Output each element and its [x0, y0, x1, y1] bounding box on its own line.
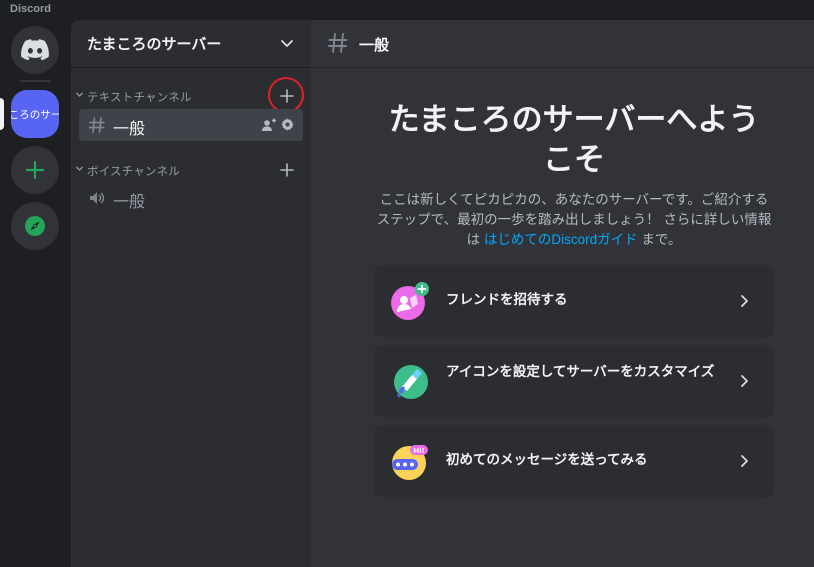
customize-server-card[interactable]: アイコンを設定してサーバーをカスタマイズ [374, 345, 774, 417]
main-content: 一般 たまころのサーバーへようこそ ここは新しくてピカピカの、あなたのサーバーで… [311, 20, 814, 567]
channel-title: 一般 [359, 36, 390, 54]
compass-icon [25, 216, 45, 236]
chevron-right-icon [741, 375, 748, 387]
speaker-icon [90, 192, 105, 204]
gear-icon[interactable] [280, 117, 295, 132]
discord-logo-icon [21, 39, 49, 61]
chevron-right-icon [741, 455, 748, 467]
add-server-button[interactable] [11, 146, 59, 194]
create-channel-plus-icon[interactable] [279, 88, 295, 104]
chevron-right-icon [741, 295, 748, 307]
discord-app: Discord ころのサー たまころのサーバー テキストチャンネル 一般 ボイス… [0, 0, 814, 567]
caret-down-icon [76, 166, 83, 171]
channel-item-general-voice[interactable]: 一般 [79, 182, 303, 214]
hashtag-icon [328, 33, 348, 53]
channel-name: 一般 [113, 119, 146, 138]
beginner-guide-link[interactable]: はじめてのDiscordガイド [484, 232, 638, 247]
caret-down-icon [76, 92, 83, 97]
explore-servers-button[interactable] [11, 202, 59, 250]
channel-header: 一般 [311, 20, 814, 68]
customize-icon [394, 365, 428, 399]
welcome-title: たまころのサーバーへようこそ [388, 102, 760, 178]
card-label: フレンドを招待する [446, 292, 568, 307]
title-bar: Discord [0, 0, 814, 20]
category-voice-channels[interactable]: ボイスチャンネル [71, 160, 311, 180]
channel-name: 一般 [113, 192, 146, 211]
first-message-icon: Hi! [392, 445, 428, 480]
category-label: ボイスチャンネル [87, 166, 180, 178]
category-text-channels[interactable]: テキストチャンネル [71, 86, 311, 106]
rail-separator [20, 80, 51, 82]
guild-name: たまころのサーバー [87, 35, 222, 53]
channel-sidebar: たまころのサーバー テキストチャンネル 一般 ボイスチャンネル 一般 [71, 20, 311, 567]
create-invite-icon[interactable] [261, 117, 277, 133]
card-label: 初めてのメッセージを送ってみる [446, 452, 648, 467]
invite-friends-icon [391, 282, 429, 320]
chevron-down-icon [281, 40, 293, 47]
server-icon-tamakoro[interactable]: ころのサー [11, 90, 59, 138]
first-message-card[interactable]: Hi! 初めてのメッセージを送ってみる [374, 425, 774, 497]
create-channel-plus-icon[interactable] [279, 162, 295, 178]
channel-item-general-text[interactable]: 一般 [79, 109, 303, 141]
app-title: Discord [10, 3, 51, 15]
invite-friends-card[interactable]: フレンドを招待する [374, 265, 774, 337]
home-button[interactable] [11, 26, 59, 74]
hashtag-icon [88, 117, 105, 133]
guild-header[interactable]: たまころのサーバー [71, 20, 311, 68]
server-icon-label: ころのサー [11, 108, 59, 121]
hi-badge-text: Hi! [413, 447, 424, 455]
plus-icon [25, 160, 45, 180]
server-rail: ころのサー [0, 20, 71, 567]
active-server-indicator [0, 98, 4, 130]
welcome-desc-end: まで。 [637, 232, 682, 247]
category-label: テキストチャンネル [87, 92, 192, 104]
card-label: アイコンを設定してサーバーをカスタマイズ [446, 364, 715, 379]
welcome-description: ここは新しくてピカピカの、あなたのサーバーです。ご紹介するステップで、最初の一歩… [374, 190, 774, 250]
